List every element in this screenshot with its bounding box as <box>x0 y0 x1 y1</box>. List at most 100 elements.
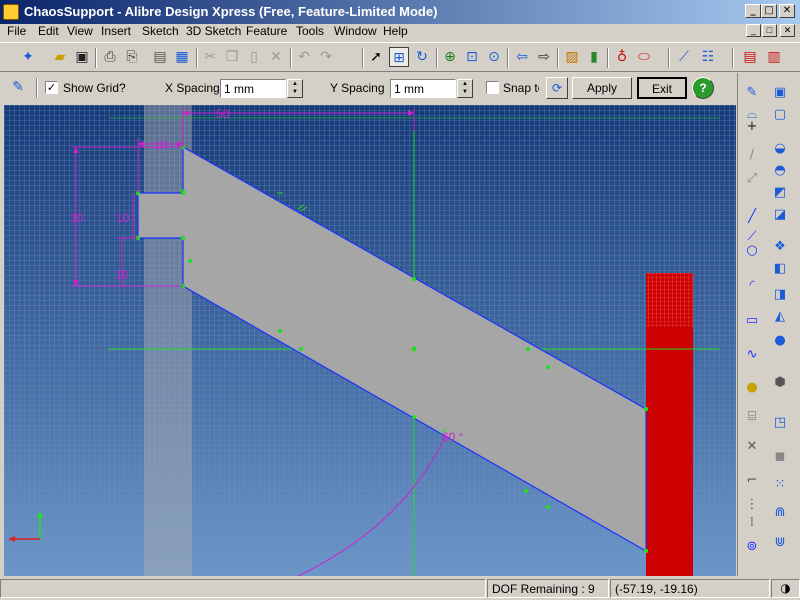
rectangle-icon[interactable]: ▭ <box>742 311 762 331</box>
sketch-point-icon[interactable]: ● <box>742 378 762 398</box>
exit-button[interactable]: Exit <box>637 77 687 99</box>
cut-extrude-icon[interactable]: ▢ <box>770 105 790 125</box>
save-icon[interactable]: ▣ <box>72 47 92 67</box>
delete-icon[interactable]: ✕ <box>266 47 286 67</box>
zoom-window-icon[interactable]: ⊡ <box>462 47 482 67</box>
menu-file[interactable]: File <box>7 24 26 38</box>
print-icon[interactable]: ⎙ <box>100 47 120 67</box>
linear-pattern-icon[interactable]: ⁙ <box>770 475 790 495</box>
line-icon[interactable]: ╱ <box>742 207 762 227</box>
menu-3d-sketch[interactable]: 3D Sketch <box>186 24 241 38</box>
circle-icon[interactable]: ○ <box>742 241 762 261</box>
dim-inner-height[interactable]: 10 <box>116 211 130 225</box>
loft-icon[interactable]: ❖ <box>770 237 790 257</box>
menu-help[interactable]: Help <box>383 24 408 38</box>
chamfer-icon[interactable]: ◭ <box>770 307 790 327</box>
show-grid-checkbox[interactable]: ✓ <box>45 81 58 94</box>
menu-window[interactable]: Window <box>334 24 377 38</box>
sketch-icon[interactable]: ✎ <box>742 83 762 103</box>
menu-insert[interactable]: Insert <box>101 24 131 38</box>
select-point-icon[interactable]: ⊞ <box>389 47 409 67</box>
menu-sketch[interactable]: Sketch <box>142 24 179 38</box>
sketch-tools-panel: ✎ ⌓ + ∕ ⤢ ╱ ⟋ ○ ◜ ▭ ∿ ● ⌸ ✕ ⌐ ⋮ ⁞ ⊚ ▣ ▢ … <box>737 73 800 576</box>
close-button[interactable]: ✕ <box>779 4 795 18</box>
redo-icon[interactable]: ↷ <box>316 47 336 67</box>
thread-icon[interactable]: ◼ <box>770 447 790 467</box>
undo-icon[interactable]: ↶ <box>294 47 314 67</box>
refresh-icon[interactable]: ⟳ <box>546 77 568 99</box>
dimension-icon[interactable]: ⌸ <box>742 407 762 427</box>
spline-icon[interactable]: ∿ <box>742 345 762 365</box>
dim-total-height[interactable]: 30 <box>70 211 84 225</box>
project-icon[interactable]: ⊚ <box>742 537 762 557</box>
sketch-svg[interactable]: 10 50 30 10 10 60 ° <box>4 105 736 576</box>
sketch-mode-icon[interactable]: ▨ <box>562 47 582 67</box>
design-explorer-icon[interactable]: ☷ <box>698 47 718 67</box>
fillet-icon[interactable]: ⌐ <box>742 471 762 491</box>
toolbar-separator <box>507 48 509 68</box>
sketch-canvas[interactable]: 10 50 30 10 10 60 ° <box>4 105 736 576</box>
sketch-edit-icon[interactable]: ✎ <box>8 77 28 97</box>
arc-icon[interactable]: ◜ <box>742 276 762 296</box>
menu-feature[interactable]: Feature <box>246 24 287 38</box>
export-pdf-icon[interactable]: ▤ <box>740 47 760 67</box>
menu-view[interactable]: View <box>67 24 93 38</box>
shell-icon[interactable]: ● <box>770 331 790 351</box>
apply-button[interactable]: Apply <box>572 77 632 99</box>
revolve-cut-icon[interactable]: ◓ <box>770 161 790 181</box>
dim-left-width[interactable]: 10 <box>154 138 168 152</box>
doc-minimize-button[interactable]: _ <box>746 24 761 37</box>
select-arrow-icon[interactable]: ➚ <box>366 47 386 67</box>
reference-point-icon[interactable]: ♁ <box>612 47 632 67</box>
view-forward-icon[interactable]: ⇨ <box>534 47 554 67</box>
snap-checkbox[interactable] <box>486 81 499 94</box>
reference-ellipse-icon[interactable]: ⬭ <box>634 47 654 67</box>
zoom-fit-icon[interactable]: ⊙ <box>484 47 504 67</box>
pattern-icon[interactable]: ◳ <box>770 413 790 433</box>
copy-icon[interactable]: ❐ <box>222 47 242 67</box>
cut-icon[interactable]: ✂ <box>200 47 220 67</box>
toolbar-separator <box>607 48 609 68</box>
loft-cut-icon[interactable]: ◧ <box>770 259 790 279</box>
point-icon[interactable]: + <box>742 117 762 137</box>
zoom-in-icon[interactable]: ⊕ <box>440 47 460 67</box>
print-preview-icon[interactable]: ⎘ <box>122 47 142 67</box>
doc-restore-button[interactable]: □ <box>762 24 777 37</box>
minimize-button[interactable]: _ <box>745 4 761 18</box>
extrude-icon[interactable]: ▣ <box>770 83 790 103</box>
dim-top-width[interactable]: 50 <box>216 107 230 121</box>
construction-line-icon[interactable]: ⤢ <box>742 169 762 189</box>
x-spacing-input[interactable] <box>220 79 286 98</box>
mirror-icon[interactable]: ⋮ <box>742 495 762 515</box>
export-3d-pdf-icon[interactable]: ▥ <box>764 47 784 67</box>
centerline-icon[interactable]: ∕ <box>742 145 762 165</box>
revolve-icon[interactable]: ◒ <box>770 139 790 159</box>
properties-icon[interactable]: ▦ <box>172 47 192 67</box>
orbit-icon[interactable]: ↻ <box>412 47 432 67</box>
trim-icon[interactable]: ✕ <box>742 437 762 457</box>
document-icon[interactable]: ▤ <box>150 47 170 67</box>
hole-icon[interactable]: ⬢ <box>770 373 790 393</box>
new-part-icon[interactable]: ✦ <box>18 47 38 67</box>
fillet-feature-icon[interactable]: ◨ <box>770 285 790 305</box>
y-spacing-spinner[interactable]: ▲ ▼ <box>457 79 473 98</box>
sweep-icon[interactable]: ◩ <box>770 183 790 203</box>
dim-bottom-height[interactable]: 10 <box>115 268 129 282</box>
x-spacing-spinner[interactable]: ▲ ▼ <box>287 79 303 98</box>
dim-angle[interactable]: 60 ° <box>442 430 464 444</box>
doc-close-button[interactable]: ✕ <box>780 24 795 37</box>
help-button[interactable]: ? <box>692 77 714 99</box>
sweep-cut-icon[interactable]: ◪ <box>770 205 790 225</box>
paste-icon[interactable]: ▯ <box>244 47 264 67</box>
open-icon[interactable]: ▰ <box>50 47 70 67</box>
grid-settings-icon[interactable]: ⁞ <box>742 513 762 533</box>
view-back-icon[interactable]: ⇦ <box>512 47 532 67</box>
menu-edit[interactable]: Edit <box>38 24 59 38</box>
sketch-plane-icon[interactable]: ▮ <box>584 47 604 67</box>
measure-icon[interactable]: ⟋ <box>674 47 694 67</box>
y-spacing-input[interactable] <box>390 79 456 98</box>
mirror-feature-icon[interactable]: ⋓ <box>770 533 790 553</box>
menu-tools[interactable]: Tools <box>296 24 324 38</box>
circular-pattern-icon[interactable]: ⋒ <box>770 503 790 523</box>
maximize-button[interactable]: □ <box>761 4 777 18</box>
